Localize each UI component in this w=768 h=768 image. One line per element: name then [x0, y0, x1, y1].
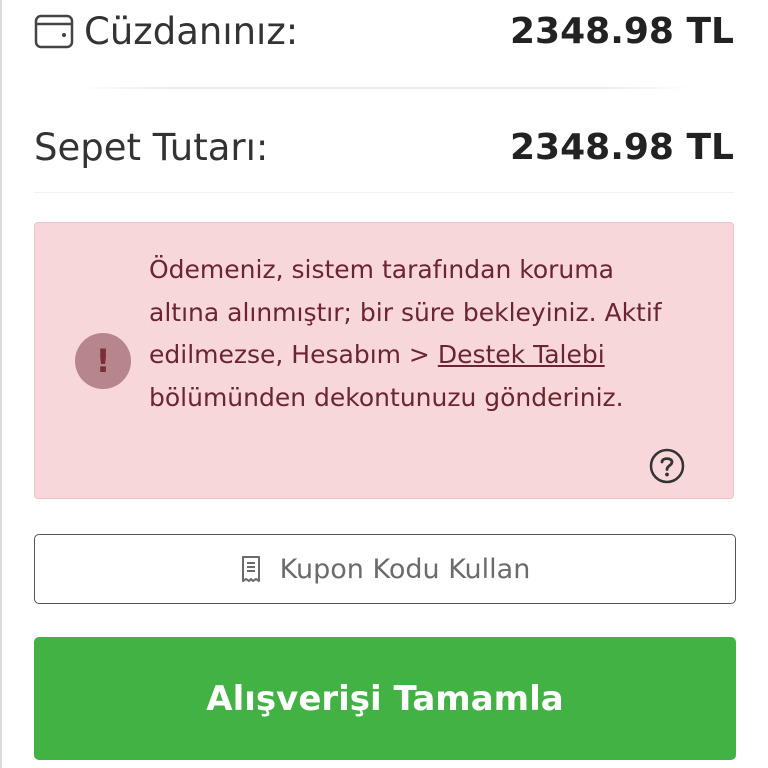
complete-purchase-label: Alışverişi Tamamla [206, 678, 564, 719]
cart-total-label: Sepet Tutarı: [34, 125, 269, 169]
wallet-balance-row: Cüzdanınız: 2348.98 TL [34, 6, 734, 56]
cart-total-value: 2348.98 TL [510, 126, 734, 168]
summary-divider-bottom [34, 192, 734, 193]
wallet-label: Cüzdanınız: [84, 9, 299, 53]
alert-message: Ödemeniz, sistem tarafından koruma altın… [149, 249, 689, 419]
cart-total-row: Sepet Tutarı: 2348.98 TL [34, 122, 734, 172]
question-circle-icon[interactable] [649, 448, 685, 484]
summary-divider [78, 87, 694, 89]
wallet-balance-value: 2348.98 TL [510, 10, 734, 52]
use-coupon-label: Kupon Kodu Kullan [279, 553, 531, 585]
wallet-label-group: Cüzdanınız: [34, 10, 298, 53]
checkout-summary-panel: Cüzdanınız: 2348.98 TL Sepet Tutarı: 234… [0, 0, 768, 768]
receipt-icon [240, 555, 262, 583]
use-coupon-button[interactable]: Kupon Kodu Kullan [34, 534, 736, 604]
alert-message-part2: bölümünden dekontunuzu gönderiniz. [149, 382, 624, 412]
support-ticket-link[interactable]: Destek Talebi [438, 340, 605, 369]
complete-purchase-button[interactable]: Alışverişi Tamamla [34, 637, 736, 760]
wallet-icon [34, 11, 76, 51]
panel-left-border [0, 0, 2, 768]
payment-protection-alert: ! Ödemeniz, sistem tarafından koruma alt… [34, 222, 734, 499]
exclamation-icon: ! [75, 333, 131, 389]
